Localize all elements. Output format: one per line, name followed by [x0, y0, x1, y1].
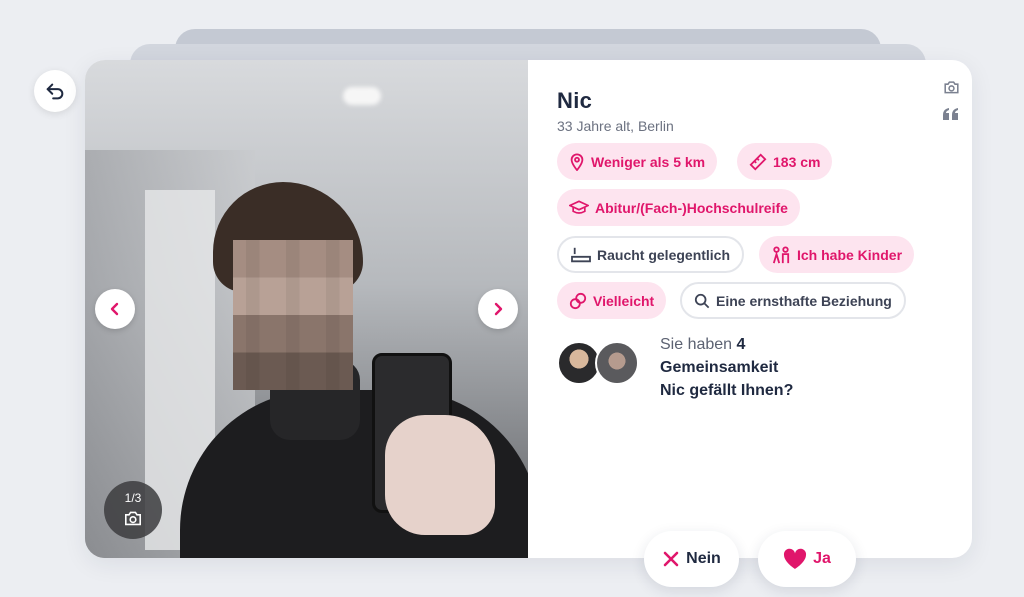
chip-label: 183 cm — [773, 153, 821, 170]
chip-label: Eine ernsthafte Beziehung — [716, 292, 892, 309]
photo-counter-label: 1/3 — [124, 491, 142, 505]
chip-height: 183 cm — [737, 143, 833, 180]
chip-label: Abitur/(Fach-)Hochschulreife — [595, 199, 788, 216]
graduation-cap-icon — [569, 199, 589, 214]
chip-education: Abitur/(Fach-)Hochschulreife — [557, 189, 800, 226]
chip-distance: Weniger als 5 km — [557, 143, 718, 180]
no-button-label: Nein — [686, 550, 721, 567]
yes-button-label: Ja — [813, 550, 831, 567]
next-photo-button[interactable] — [478, 289, 518, 329]
back-button[interactable] — [34, 70, 76, 112]
heart-icon — [784, 548, 807, 569]
profile-subtitle: 33 Jahre alt, Berlin — [557, 118, 674, 134]
like-question: Nic gefällt Ihnen? — [660, 382, 794, 399]
cigarette-icon — [571, 247, 591, 262]
profile-photo[interactable]: 1/3 — [85, 60, 528, 558]
chip-label: Vielleicht — [593, 292, 655, 309]
commonalities-label: Gemeinsamkeit — [660, 359, 779, 376]
chip-children: Ich habe Kinder — [759, 236, 915, 273]
camera-icon — [125, 511, 141, 526]
commonalities-lead: Sie haben — [660, 336, 733, 353]
avatar-match — [595, 341, 639, 385]
location-pin-icon — [570, 153, 584, 171]
chevron-right-icon — [494, 302, 503, 316]
side-actions — [943, 80, 963, 133]
family-icon — [772, 245, 790, 263]
photo-hand — [385, 415, 495, 535]
yes-button[interactable]: Ja — [758, 531, 856, 587]
close-icon — [663, 551, 679, 567]
no-button[interactable]: Nein — [644, 531, 739, 587]
chip-relationship: Eine ernsthafte Beziehung — [680, 282, 906, 319]
chip-marriage: Vielleicht — [557, 282, 667, 319]
chip-label: Raucht gelegentlich — [597, 246, 731, 263]
camera-icon[interactable] — [943, 80, 963, 99]
chip-smoking: Raucht gelegentlich — [557, 236, 745, 273]
profile-info: Nic 33 Jahre alt, Berlin — [557, 88, 947, 134]
photo-ceiling-light — [343, 87, 381, 105]
profile-name: Nic — [557, 88, 593, 113]
commonalities-text: Sie haben 4 Gemeinsamkeit Nic gefällt Ih… — [660, 333, 793, 402]
chevron-left-icon — [110, 302, 119, 316]
commonalities-count: 4 — [736, 336, 746, 353]
rings-icon — [569, 292, 587, 309]
photo-counter[interactable]: 1/3 — [104, 481, 162, 539]
commonalities: Sie haben 4 Gemeinsamkeit Nic gefällt Ih… — [557, 333, 957, 403]
search-icon — [694, 293, 710, 308]
ruler-icon — [749, 153, 767, 170]
previous-photo-button[interactable] — [95, 289, 135, 329]
photo-pixelated-face — [233, 240, 353, 390]
quote-icon[interactable] — [943, 107, 963, 125]
undo-arrow-icon — [46, 83, 64, 100]
chip-label: Ich habe Kinder — [797, 246, 903, 263]
chip-label: Weniger als 5 km — [591, 153, 706, 170]
